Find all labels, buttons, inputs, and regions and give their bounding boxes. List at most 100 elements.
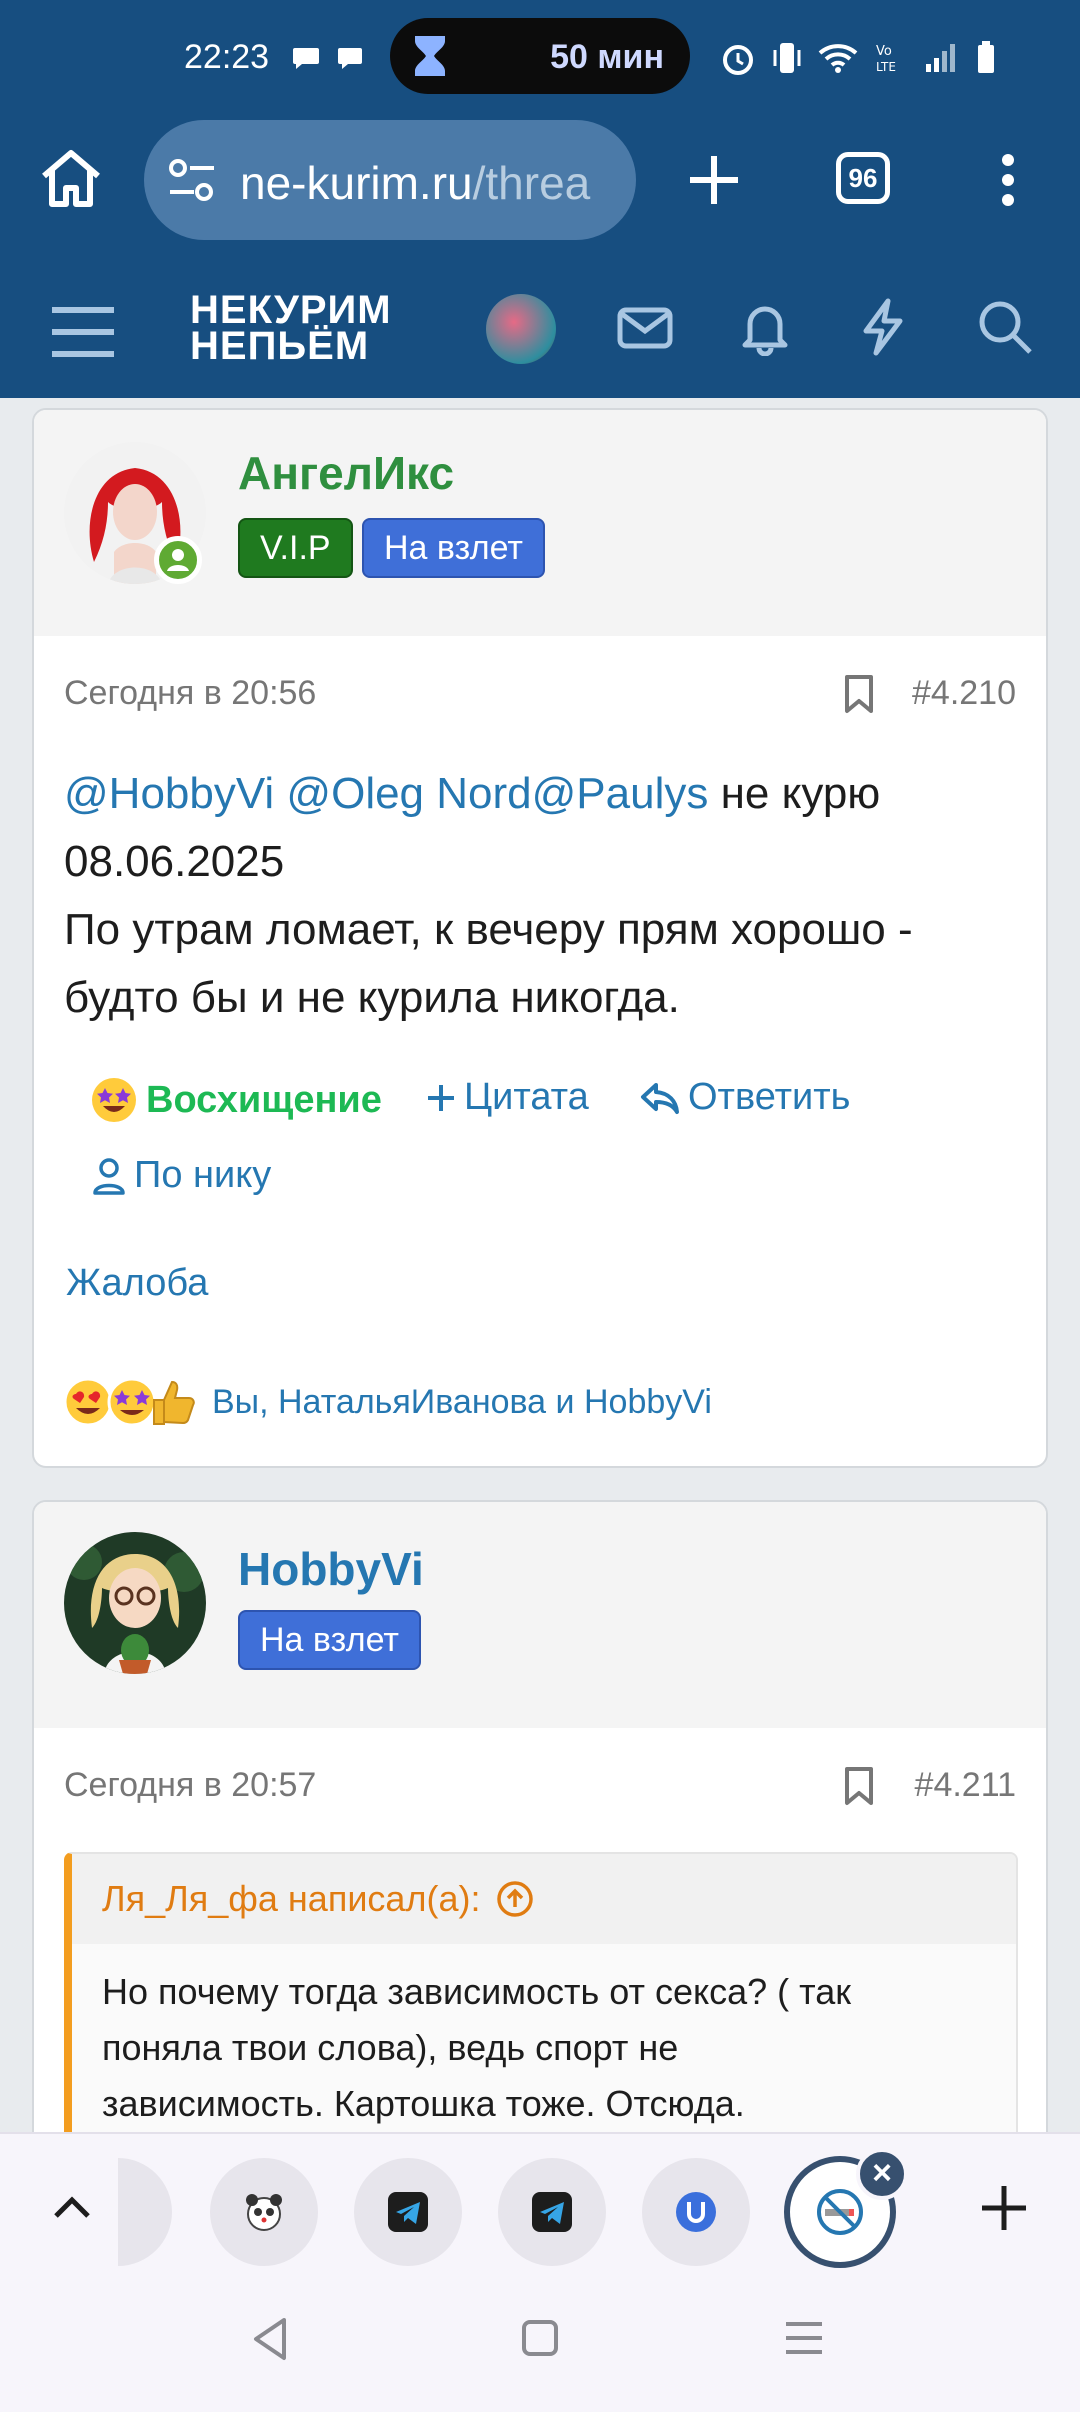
add-tab-icon[interactable] [980, 2184, 1028, 2232]
author-avatar[interactable] [64, 1532, 206, 1674]
mention-link[interactable]: @Oleg Nord [286, 769, 531, 818]
post-number[interactable]: #4.211 [915, 1766, 1016, 1805]
mention-link[interactable]: @HobbyVi [64, 769, 274, 818]
browser-chrome: 22:23 50 мин Vo LTE ne-kurim.ru/threa 96 [0, 0, 1080, 264]
reaction-label: Восхищение [146, 1078, 382, 1121]
report-link[interactable]: Жалоба [66, 1262, 208, 1305]
site-settings-icon[interactable] [166, 158, 218, 204]
alarm-icon [723, 45, 753, 75]
wifi-icon [818, 44, 858, 73]
user-avatar[interactable] [486, 294, 556, 364]
quote-button[interactable]: Цитата [426, 1076, 589, 1119]
back-icon[interactable] [250, 2316, 290, 2362]
hourglass-icon [415, 36, 445, 76]
signal-icon [926, 44, 955, 72]
post-text-line: 08.06.2025 [64, 837, 285, 886]
reactions-summary[interactable]: Вы, НатальяИванова и HobbyVi [62, 1376, 712, 1428]
post-text: не курю [708, 769, 881, 818]
recent-apps-icon[interactable] [784, 2318, 824, 2358]
post-number[interactable]: #4.210 [912, 674, 1016, 713]
vibrate-icon [773, 43, 801, 73]
panda-icon [246, 2194, 282, 2231]
arrow-up-circle-icon[interactable] [496, 1880, 534, 1918]
vip-badge: V.I.P [238, 518, 353, 578]
quote-text: Но почему тогда зависимость от секса? ( … [72, 1944, 1016, 2132]
system-navigation-bar [0, 2280, 1080, 2412]
rank-badge: На взлет [362, 518, 545, 578]
reply-label: Ответить [688, 1076, 851, 1118]
reply-icon [641, 1082, 679, 1114]
quote-author: Ля_Ля_фа написал(а): [102, 1878, 481, 1919]
rank-badge: На взлет [238, 1610, 421, 1670]
post-card: АнгелИкс V.I.P На взлет Сегодня в 20:56 … [32, 408, 1048, 1468]
post-text-line: будто бы и не курила никогда. [64, 973, 680, 1022]
address-bar-row: ne-kurim.ru/threa 96 [0, 112, 1080, 264]
status-icons: Vo LTE [720, 40, 996, 76]
status-bar: 22:23 50 мин Vo LTE [0, 0, 1080, 112]
hamburger-menu-icon[interactable] [50, 304, 116, 360]
author-name[interactable]: HobbyVi [238, 1542, 424, 1596]
logo-line-2: НЕПЬЁМ [190, 324, 370, 368]
battery-icon [978, 41, 994, 73]
quote-line: зависимость. Картошка тоже. Отсюда. [102, 2083, 745, 2124]
digital-wellbeing-timer[interactable]: 50 мин [390, 18, 690, 94]
reactions-label: Вы, НатальяИванова и HobbyVi [212, 1382, 712, 1421]
mention-link[interactable]: @Paulys [532, 769, 709, 818]
message-icon [293, 48, 319, 69]
more-menu-icon[interactable] [990, 152, 1026, 208]
bookmark-icon[interactable] [844, 1766, 874, 1806]
quote-header[interactable]: Ля_Ля_фа написал(а): [72, 1854, 1016, 1944]
tab-switcher-button[interactable]: 96 [836, 152, 890, 204]
svg-text:LTE: LTE [876, 60, 896, 74]
search-icon[interactable] [976, 298, 1034, 356]
by-nick-label: По нику [134, 1154, 272, 1196]
by-nick-button[interactable]: По нику [92, 1154, 271, 1197]
svg-text:Vo: Vo [876, 44, 892, 59]
post-author-header: HobbyVi На взлет [34, 1502, 1046, 1728]
logo-line-1: НЕКУРИМ [190, 288, 392, 332]
author-name[interactable]: АнгелИкс [238, 446, 454, 500]
bookmark-icon[interactable] [844, 674, 874, 714]
tab-thumbnail[interactable] [642, 2158, 750, 2266]
quote-line: поняла твои слова), ведь спорт не [102, 2027, 679, 2068]
tab-thumbnail[interactable] [498, 2158, 606, 2266]
post-time[interactable]: Сегодня в 20:56 [64, 674, 316, 713]
chevron-up-icon[interactable] [50, 2186, 94, 2230]
site-navbar: НЕКУРИМ НЕПЬЁМ [0, 264, 1080, 398]
timer-text: 50 мин [550, 38, 664, 76]
chat-icon [338, 48, 362, 69]
post-text-line: По утрам ломает, к вечеру прям хорошо - [64, 905, 913, 954]
telegram-icon [532, 2192, 572, 2232]
post-card: HobbyVi На взлет Сегодня в 20:57 #4.211 … [32, 1500, 1048, 2132]
post-time[interactable]: Сегодня в 20:57 [64, 1766, 316, 1805]
reply-button[interactable]: Ответить [640, 1076, 850, 1119]
quote-label: Цитата [464, 1076, 589, 1118]
home-icon[interactable] [38, 148, 104, 210]
tab-thumbnail[interactable] [354, 2158, 462, 2266]
post-first-line: @HobbyVi @Oleg Nord@Paulys не курю [64, 760, 1024, 828]
quote-block: Ля_Ля_фа написал(а): Но почему тогда зав… [64, 1852, 1018, 2132]
tab-strip: × [0, 2132, 1080, 2280]
new-tab-icon[interactable] [686, 152, 742, 208]
quote-line: Но почему тогда зависимость от секса? ( … [102, 1971, 852, 2012]
post-body: @HobbyVi @Oleg Nord@Paulys не курю 08.06… [64, 760, 1024, 1032]
post-author-header: АнгелИкс V.I.P На взлет [34, 410, 1046, 636]
avatar-image [64, 1532, 206, 1674]
mail-icon[interactable] [616, 298, 674, 356]
u-app-icon [676, 2192, 716, 2232]
site-logo[interactable]: НЕКУРИМ НЕПЬЁМ [190, 288, 392, 368]
url-bar[interactable]: ne-kurim.ru/threa [144, 120, 636, 240]
reaction-button[interactable]: Восхищение [90, 1076, 382, 1124]
tab-thumbnail[interactable] [210, 2158, 318, 2266]
no-smoking-icon [817, 2189, 863, 2235]
thread-content[interactable]: АнгелИкс V.I.P На взлет Сегодня в 20:56 … [0, 398, 1080, 2132]
online-status-icon [154, 536, 202, 584]
status-time: 22:23 [184, 38, 270, 76]
home-nav-icon[interactable] [520, 2318, 560, 2358]
url-text: ne-kurim.ru/threa [240, 156, 590, 210]
lightning-icon[interactable] [858, 298, 908, 356]
volte-icon: VoLTE [876, 44, 896, 74]
user-icon [93, 1157, 125, 1195]
bell-icon[interactable] [736, 298, 794, 356]
close-tab-icon[interactable]: × [856, 2148, 908, 2200]
